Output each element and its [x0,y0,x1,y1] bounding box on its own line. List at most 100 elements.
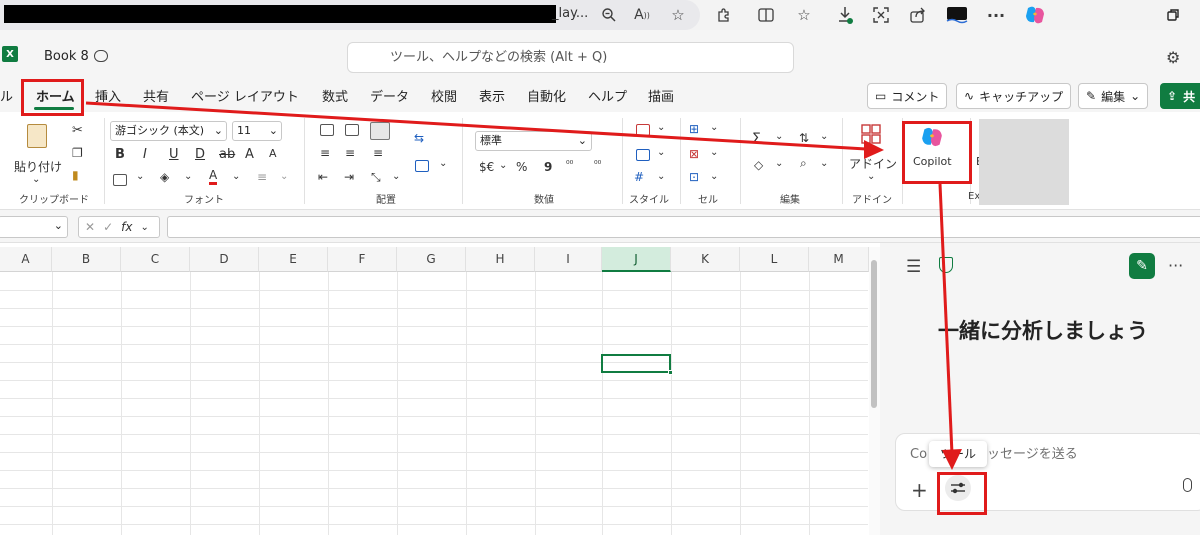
strikethrough-button[interactable]: ab [219,147,235,162]
insert-cells-icon[interactable]: ⊞ [689,122,699,136]
clear-icon[interactable]: ◇ [754,158,763,172]
find-icon[interactable]: ⌕ [800,156,807,171]
percent-format-button[interactable]: % [516,160,527,174]
chevron-down-icon[interactable]: ⌄ [710,122,718,133]
tab-automate[interactable]: 自動化 [527,86,566,105]
paste-icon[interactable] [27,124,47,148]
tab-formulas[interactable]: 数式 [322,86,348,105]
merge-center-icon[interactable] [415,160,429,172]
chevron-down-icon[interactable]: ⌄ [657,171,665,182]
tab-help[interactable]: ヘルプ [588,86,627,105]
book-title[interactable]: Book 8 [44,49,89,64]
zoom-icon[interactable] [598,4,620,26]
fill-color-icon[interactable]: ◈ [160,170,169,184]
chevron-down-icon[interactable]: ⌄ [140,222,148,233]
cloud-saved-icon[interactable] [94,50,108,62]
align-center-icon[interactable]: ≡ [345,146,355,160]
column-header-e[interactable]: E [259,247,328,272]
addin-label[interactable]: アドイン [849,155,897,172]
tab-file[interactable]: ル [0,86,13,105]
increase-decimal-icon[interactable]: ⁰⁰ [566,160,573,170]
copilot-icon[interactable] [1024,4,1046,26]
cell-styles-icon[interactable]: # [634,170,644,184]
font-color-icon[interactable]: A [209,169,218,185]
shield-icon[interactable] [939,257,953,273]
more-options-icon[interactable]: ··· [1168,256,1183,275]
chevron-down-icon[interactable]: ⌄ [820,131,828,142]
column-header-f[interactable]: F [328,247,397,272]
search-box[interactable]: ツール、ヘルプなどの検索 (Alt + Q) [347,42,794,73]
wallet-icon[interactable] [946,4,968,26]
chevron-down-icon[interactable]: ⌄ [499,160,507,171]
active-cell[interactable] [601,354,671,373]
column-header-j[interactable]: J [602,247,671,272]
split-screen-icon[interactable] [755,4,777,26]
menu-icon[interactable]: ☰ [906,257,921,277]
name-box[interactable]: ⌄ [0,216,68,238]
chevron-down-icon[interactable]: ⌄ [710,147,718,158]
chevron-down-icon[interactable]: ⌄ [136,171,144,182]
decrease-indent-icon[interactable]: ⇤ [318,170,328,184]
decrease-font-button[interactable]: A [269,147,277,160]
column-header-h[interactable]: H [466,247,535,272]
decrease-decimal-icon[interactable]: ⁰⁰ [594,160,601,170]
share-icon[interactable] [907,4,929,26]
align-top-icon[interactable] [320,124,334,136]
align-middle-icon[interactable] [345,124,359,136]
increase-indent-icon[interactable]: ⇥ [344,170,354,184]
column-header-m[interactable]: M [809,247,869,272]
settings-gear-icon[interactable]: ⚙ [1166,48,1180,67]
chevron-down-icon[interactable]: ⌄ [710,171,718,182]
wrap-text-icon[interactable]: ⇆ [414,131,424,145]
align-bottom-icon[interactable] [370,122,390,140]
insert-function-icon[interactable]: fx [121,220,132,234]
font-size-select[interactable]: 11 ⌄ [232,121,282,141]
downloads-icon[interactable] [834,4,856,26]
column-header-a[interactable]: A [0,247,52,272]
catchup-button[interactable]: ∿ キャッチアップ [956,83,1072,109]
tab-draw[interactable]: 描画 [648,86,674,105]
borders-icon[interactable] [113,174,127,186]
increase-font-button[interactable]: A [245,147,254,162]
double-underline-button[interactable]: D [195,147,205,162]
tab-page-layout[interactable]: ページ レイアウト [191,86,299,105]
new-chat-button[interactable]: ✎ [1129,253,1155,279]
format-as-table-icon[interactable] [636,149,650,161]
share-button[interactable]: ⇪ 共 [1160,83,1200,109]
edit-mode-button[interactable]: ✎ 編集 ⌄ [1078,83,1149,109]
align-left-icon[interactable]: ≡ [320,146,330,160]
autosum-icon[interactable]: Σ [752,131,761,147]
extensions-icon[interactable] [713,4,735,26]
orientation-icon[interactable]: ⤡ [371,170,381,185]
chevron-down-icon[interactable]: ⌄ [392,171,400,182]
font-name-select[interactable]: 游ゴシック (本文) ⌄ [110,121,227,141]
clear-format-icon[interactable]: ≡ [257,170,267,184]
more-icon[interactable]: ··· [985,4,1007,26]
bold-button[interactable]: B [115,147,125,162]
comma-format-button[interactable]: 9 [544,160,552,174]
comment-button[interactable]: ▭ コメント [867,83,948,109]
chevron-down-icon[interactable]: ⌄ [775,158,783,169]
chevron-down-icon[interactable]: ⌄ [775,131,783,142]
column-header-b[interactable]: B [52,247,121,272]
sort-filter-icon[interactable]: ⇅ [799,131,809,145]
favorite-star-icon[interactable]: ☆ [667,4,689,26]
column-header-d[interactable]: D [190,247,259,272]
chevron-down-icon[interactable]: ⌄ [657,147,665,158]
column-header-k[interactable]: K [671,247,740,272]
align-right-icon[interactable]: ≡ [373,146,383,160]
tab-view[interactable]: 表示 [479,86,505,105]
tab-data[interactable]: データ [370,86,409,105]
confirm-icon[interactable]: ✓ [103,220,113,234]
chevron-down-icon[interactable]: ⌄ [232,171,240,182]
chevron-down-icon[interactable]: ⌄ [184,171,192,182]
fill-handle[interactable] [668,370,673,375]
underline-button[interactable]: U [169,147,179,162]
column-header-l[interactable]: L [740,247,809,272]
copy-icon[interactable]: ❐ [72,146,83,160]
tab-share[interactable]: 共有 [143,86,169,105]
chevron-down-icon[interactable]: ⌄ [867,171,875,182]
favorites-icon[interactable]: ☆ [793,4,815,26]
addin-icon[interactable] [861,124,881,144]
number-format-select[interactable]: 標準 ⌄ [475,131,592,151]
